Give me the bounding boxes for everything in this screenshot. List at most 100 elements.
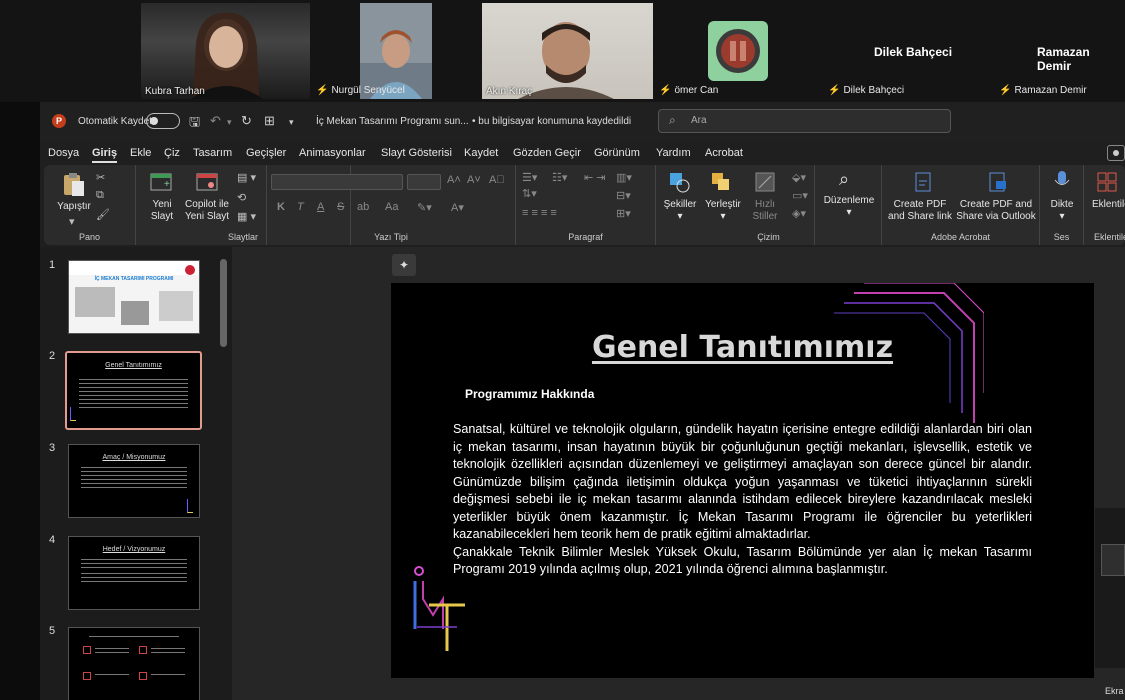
customize-toolbar-icon[interactable]: ▾ (289, 117, 294, 128)
paste-dropdown-icon[interactable]: ▾ (69, 215, 75, 228)
share-screen-label[interactable]: Ekra (1105, 686, 1124, 696)
tab-gozden-gecir[interactable]: Gözden Geçir (513, 147, 581, 159)
smartart-icon[interactable]: ⊞▾ (616, 207, 631, 220)
ribbon-home: Yapıştır ▾ ✂ ⧉ 🖌 Pano + Yeni Slayt Copilo… (44, 165, 1125, 245)
thumbnails-scrollbar[interactable] (220, 247, 227, 700)
record-button[interactable] (1107, 145, 1125, 161)
highlight-icon[interactable]: ✎▾ (417, 201, 432, 214)
char-spacing-button[interactable]: ab (357, 201, 369, 213)
arrange-button[interactable]: Yerleştir ▾ (700, 199, 746, 223)
underline-button[interactable]: A (317, 201, 324, 213)
group-label-paragraph: Paragraf (568, 232, 603, 242)
participant-tile-kubra[interactable]: Kubra Tarhan (141, 3, 310, 99)
participant-avatar-omer[interactable] (708, 21, 768, 81)
section-icon[interactable]: ▦ ▾ (237, 210, 256, 223)
italic-button[interactable]: T (297, 201, 304, 213)
editing-button[interactable]: Düzenleme ▾ (817, 195, 881, 219)
mic-off-icon: ⚡ (828, 85, 841, 96)
addins-button[interactable]: Eklentiler (1092, 199, 1125, 211)
scrollbar-thumb[interactable] (220, 259, 227, 347)
tab-acrobat[interactable]: Acrobat (705, 147, 743, 159)
shrink-font-icon[interactable]: A˅ (467, 174, 481, 186)
new-slide-button[interactable]: Yeni Slayt (142, 199, 182, 223)
present-icon[interactable]: ⊞ (264, 113, 275, 129)
search-input[interactable]: ⌕ Ara (658, 109, 951, 133)
redo-icon[interactable]: ↻ (241, 113, 252, 129)
slide-thumbnail-5[interactable] (68, 627, 200, 700)
search-icon: ⌕ (669, 113, 676, 127)
create-pdf-share-link-button[interactable]: Create PDF and Share link (884, 199, 956, 223)
paste-button[interactable]: Yapıştır (52, 201, 96, 213)
group-adobe-acrobat: Create PDF and Share link Create PDF and S… (882, 165, 1040, 245)
tab-yardim[interactable]: Yardım (656, 147, 691, 159)
group-clipboard: Yapıştır ▾ ✂ ⧉ 🖌 Pano (44, 165, 136, 245)
shape-fill-icon[interactable]: ⬙▾ (792, 171, 806, 184)
align-left-icon[interactable]: ≡ ≡ ≡ ≡ (522, 207, 557, 219)
shape-effects-icon[interactable]: ◈▾ (792, 207, 806, 220)
strikethrough-button[interactable]: S (337, 201, 344, 213)
reset-icon[interactable]: ⟲ (237, 191, 246, 204)
slide-number: 1 (49, 259, 56, 271)
tab-slayt-gosterisi[interactable]: Slayt Gösterisi (381, 147, 452, 159)
powerpoint-window: P Otomatik Kaydet 🖫 ↶ ▾ ↻ ⊞ ▾ İç Mekan T… (40, 102, 1125, 700)
thumbnail-title: Genel Tanıtımımız (105, 362, 162, 369)
tab-giris[interactable]: Giriş (92, 147, 118, 163)
slide-paragraph-1: Sanatsal, kültürel ve teknolojik olgular… (453, 422, 1032, 541)
mic-off-icon: ⚡ (659, 85, 672, 96)
clear-format-icon[interactable]: A⃠ (489, 174, 505, 186)
create-pdf-outlook-button[interactable]: Create PDF and Share via Outlook (954, 199, 1038, 223)
participant-tile-akin[interactable]: Akın Kıraç (482, 3, 653, 99)
bullets-icon[interactable]: ☰▾ (522, 171, 537, 184)
slide-body[interactable]: Sanatsal, kültürel ve teknolojik olgular… (453, 421, 1032, 579)
save-location[interactable]: • bu bilgisayar konumuna kaydedildi (472, 116, 631, 127)
tab-kaydet[interactable]: Kaydet (464, 147, 498, 159)
tab-animasyonlar[interactable]: Animasyonlar (299, 147, 366, 159)
columns-icon[interactable]: ▥▾ (616, 171, 632, 184)
cut-icon[interactable]: ✂ (96, 171, 105, 184)
slide-thumbnail-2[interactable]: Genel Tanıtımımız (65, 351, 202, 430)
quick-styles-button[interactable]: Hızlı Stiller (744, 199, 786, 223)
shape-outline-icon[interactable]: ▭▾ (792, 189, 808, 202)
tab-gorunum[interactable]: Görünüm (594, 147, 640, 159)
editing-search-icon: ⌕ (839, 169, 850, 189)
bold-button[interactable]: K (277, 201, 285, 213)
current-slide[interactable]: Genel Tanıtımımız Programımız Hakkında S… (391, 283, 1094, 678)
slide-title[interactable]: Genel Tanıtımımız (391, 330, 1094, 365)
participant-video (482, 3, 653, 99)
autosave-toggle[interactable] (146, 113, 180, 129)
save-icon[interactable]: 🖫 (189, 113, 200, 135)
align-text-icon[interactable]: ⊟▾ (616, 189, 631, 202)
new-slide-icon: + (150, 173, 172, 191)
format-painter-icon[interactable]: 🖌 (96, 208, 110, 221)
font-color-icon[interactable]: A▾ (451, 201, 464, 214)
dictate-button[interactable]: Dikte ▾ (1040, 199, 1084, 223)
grow-font-icon[interactable]: A˄ (447, 174, 461, 186)
screen-share-preview[interactable] (1101, 544, 1125, 576)
layout-icon[interactable]: ▤ ▾ (237, 171, 256, 184)
shapes-icon (670, 173, 690, 193)
shapes-button[interactable]: Şekiller ▾ (658, 199, 702, 223)
document-title[interactable]: İç Mekan Tasarımı Programı sun... (316, 116, 469, 127)
tab-ciz[interactable]: Çiz (164, 147, 180, 159)
copilot-new-slide-button[interactable]: Copilot ile Yeni Slayt (180, 199, 234, 223)
undo-icon[interactable]: ↶ (210, 113, 221, 129)
indent-icon[interactable]: ⇤ ⇥ (584, 171, 606, 184)
designer-icon[interactable]: ✦ (392, 254, 416, 276)
text-direction-icon[interactable]: ⇅▾ (522, 187, 537, 200)
tab-tasarim[interactable]: Tasarım (193, 147, 232, 159)
slide-thumbnail-4[interactable]: Hedef / Vizyonumuz (68, 536, 200, 610)
group-label-addins: Eklentile (1094, 232, 1125, 242)
tab-dosya[interactable]: Dosya (48, 147, 79, 159)
tab-gecisler[interactable]: Geçişler (246, 147, 286, 159)
title-bar: P Otomatik Kaydet 🖫 ↶ ▾ ↻ ⊞ ▾ İç Mekan T… (40, 102, 1125, 142)
font-name-combo[interactable] (271, 174, 403, 190)
undo-dropdown-icon[interactable]: ▾ (227, 117, 232, 128)
change-case-button[interactable]: Aa (385, 201, 398, 213)
tab-ekle[interactable]: Ekle (130, 147, 151, 159)
slide-thumbnail-3[interactable]: Amaç / Misyonumuz (68, 444, 200, 518)
numbering-icon[interactable]: ☷▾ (552, 171, 567, 184)
slide-subtitle[interactable]: Programımız Hakkında (465, 387, 594, 401)
copy-icon[interactable]: ⧉ (96, 189, 104, 202)
font-size-combo[interactable] (407, 174, 441, 190)
slide-thumbnail-1[interactable]: İÇ MEKAN TASARIMI PROGRAMI (68, 260, 200, 334)
